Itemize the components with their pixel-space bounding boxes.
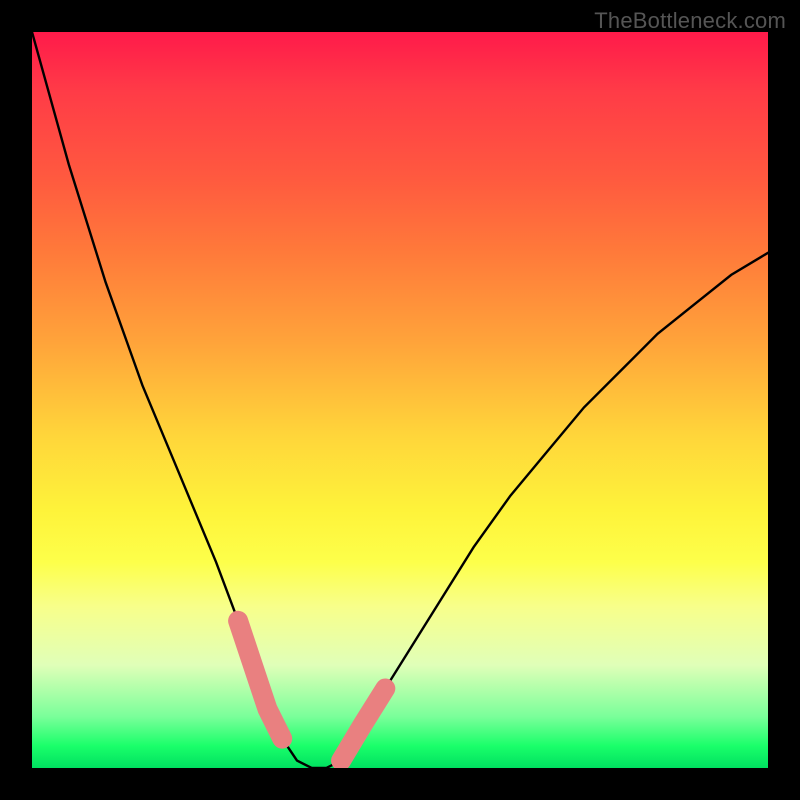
plot-gradient-background (32, 32, 768, 768)
watermark-text: TheBottleneck.com (594, 8, 786, 34)
